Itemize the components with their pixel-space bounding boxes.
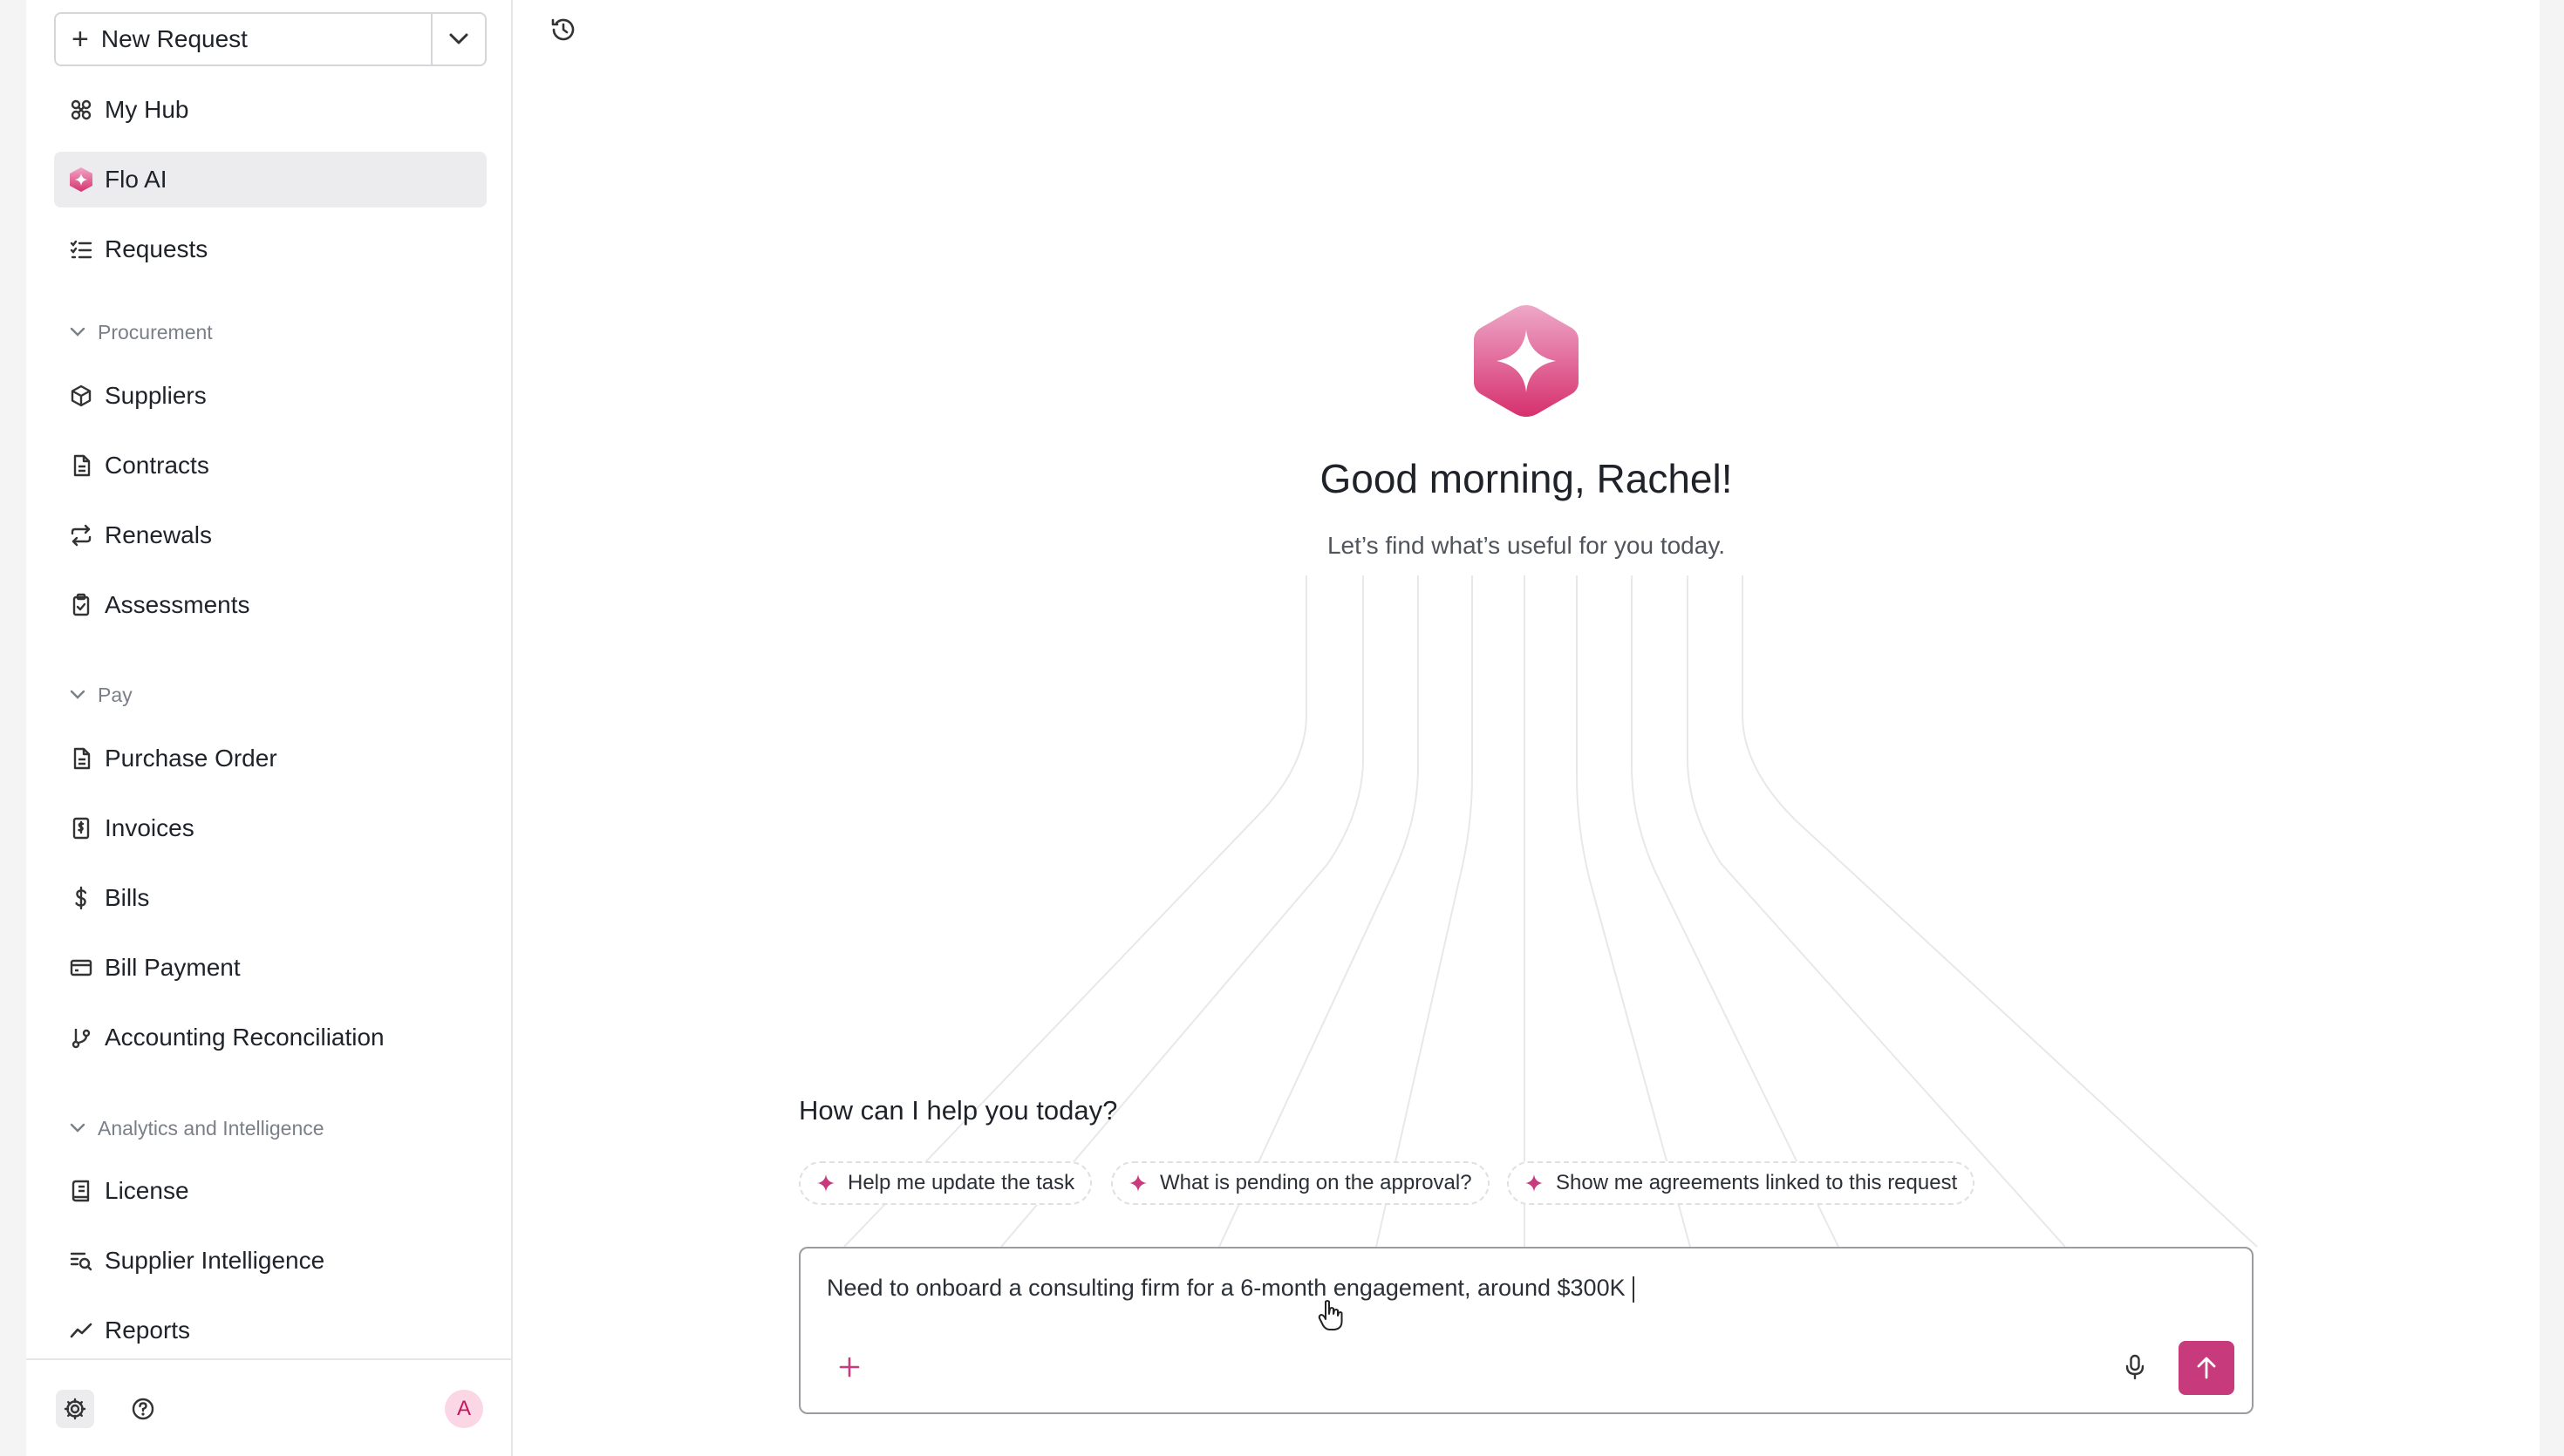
plus-icon: + [72,23,89,56]
suggestion-label: Show me agreements linked to this reques… [1556,1171,1958,1194]
sidebar-item-label: Bill Payment [105,954,241,981]
chevron-down-icon [70,1123,85,1133]
credit-card-icon [68,955,94,981]
sidebar-item-label: Contracts [105,452,209,479]
sidebar-item-renewals[interactable]: Renewals [54,507,487,563]
left-window-margin [0,0,26,1456]
text-caret [1632,1276,1634,1303]
gear-icon [64,1398,86,1420]
chevron-down-icon [449,33,468,44]
list-search-icon [68,1248,94,1274]
composer-input-text: Need to onboard a consulting firm for a … [827,1275,1626,1301]
new-request-split-button: + New Request [54,12,487,66]
license-icon [68,1178,94,1204]
sidebar-item-label: License [105,1177,189,1204]
sidebar-item-label: Supplier Intelligence [105,1247,325,1274]
sidebar-item-accounting-reconciliation[interactable]: Accounting Reconciliation [54,1010,487,1065]
sidebar-item-label: Bills [105,884,150,911]
new-request-label: New Request [100,25,248,52]
sidebar-item-contracts[interactable]: Contracts [54,438,487,493]
new-request-dropdown-button[interactable] [431,14,485,65]
dollar-icon [68,885,94,911]
microphone-button[interactable] [2116,1348,2154,1386]
section-label: Procurement [98,320,213,344]
microphone-icon [2125,1354,2145,1380]
sidebar-item-my-hub[interactable]: My Hub [54,82,487,138]
sidebar-item-label: Purchase Order [105,745,277,772]
chat-composer[interactable]: Need to onboard a consulting firm for a … [799,1247,2254,1414]
sidebar-item-assessments[interactable]: Assessments [54,577,487,633]
suggestion-label: Help me update the task [848,1171,1075,1194]
sidebar-item-label: Invoices [105,814,194,841]
avatar-initial: A [456,1397,471,1420]
greeting-heading: Good morning, Rachel! [1320,456,1733,501]
hub-icon [68,97,94,123]
box-icon [68,383,94,409]
new-request-button[interactable]: + New Request [56,14,431,65]
sidebar-item-label: Suppliers [105,382,207,409]
suggestion-chip[interactable]: What is pending on the approval? [1111,1161,1490,1205]
sidebar-item-label: Renewals [105,521,212,548]
sidebar-item-invoices[interactable]: Invoices [54,800,487,856]
sidebar-item-label: Accounting Reconciliation [105,1024,385,1051]
sidebar-item-license[interactable]: License [54,1163,487,1219]
suggestion-chip[interactable]: Show me agreements linked to this reques… [1507,1161,1975,1205]
section-label: Analytics and Intelligence [98,1116,324,1140]
git-branch-icon [68,1024,94,1051]
sidebar-item-label: Reports [105,1317,191,1344]
flo-ai-icon [68,167,94,193]
checklist-icon [68,236,94,262]
sidebar: + New Request My Hub Flo AI Requests Pro… [26,0,513,1456]
chevron-down-icon [70,690,85,700]
attach-button[interactable] [830,1348,869,1386]
plus-icon [839,1357,860,1378]
section-label: Pay [98,683,133,706]
section-analytics[interactable]: Analytics and Intelligence [70,1111,324,1146]
suggestion-label: What is pending on the approval? [1160,1171,1472,1194]
section-pay[interactable]: Pay [70,677,133,712]
receipt-icon [68,815,94,841]
repeat-icon [68,522,94,548]
sidebar-item-label: My Hub [105,96,189,123]
clipboard-icon [68,592,94,618]
sidebar-footer: A [26,1358,511,1456]
chevron-down-icon [70,327,85,337]
suggestion-chip[interactable]: Help me update the task [799,1161,1093,1205]
send-button[interactable] [2179,1341,2234,1395]
help-prompt-title: How can I help you today? [799,1095,1118,1126]
flo-ai-logo [1474,305,1579,417]
sidebar-item-label: Assessments [105,591,250,618]
greeting-subtitle: Let’s find what’s useful for you today. [1326,532,1726,559]
help-circle-icon [132,1398,154,1420]
settings-button[interactable] [56,1390,94,1428]
hand-pointer-icon [1318,1300,1343,1330]
sidebar-item-reports[interactable]: Reports [54,1303,487,1358]
sparkle-icon [1524,1174,1544,1193]
sparkle-icon [1129,1174,1148,1193]
decorative-ray-lines [843,575,2258,1247]
section-procurement[interactable]: Procurement [70,315,213,350]
right-window-margin [2540,0,2564,1456]
sidebar-item-suppliers[interactable]: Suppliers [54,368,487,424]
sparkle-icon [816,1174,835,1193]
arrow-up-icon [2197,1357,2216,1379]
avatar[interactable]: A [445,1390,483,1428]
sidebar-item-label: Flo AI [105,166,167,193]
document-icon [68,745,94,772]
sidebar-item-bills[interactable]: Bills [54,870,487,926]
composer-input[interactable]: Need to onboard a consulting firm for a … [827,1275,1634,1303]
trend-line-icon [68,1317,94,1344]
sidebar-item-bill-payment[interactable]: Bill Payment [54,940,487,996]
sidebar-item-supplier-intelligence[interactable]: Supplier Intelligence [54,1233,487,1289]
sidebar-item-flo-ai[interactable]: Flo AI [54,152,487,208]
sidebar-item-purchase-order[interactable]: Purchase Order [54,731,487,786]
sidebar-item-requests[interactable]: Requests [54,221,487,277]
help-button[interactable] [124,1390,162,1428]
sidebar-item-label: Requests [105,235,208,262]
document-icon [68,452,94,479]
